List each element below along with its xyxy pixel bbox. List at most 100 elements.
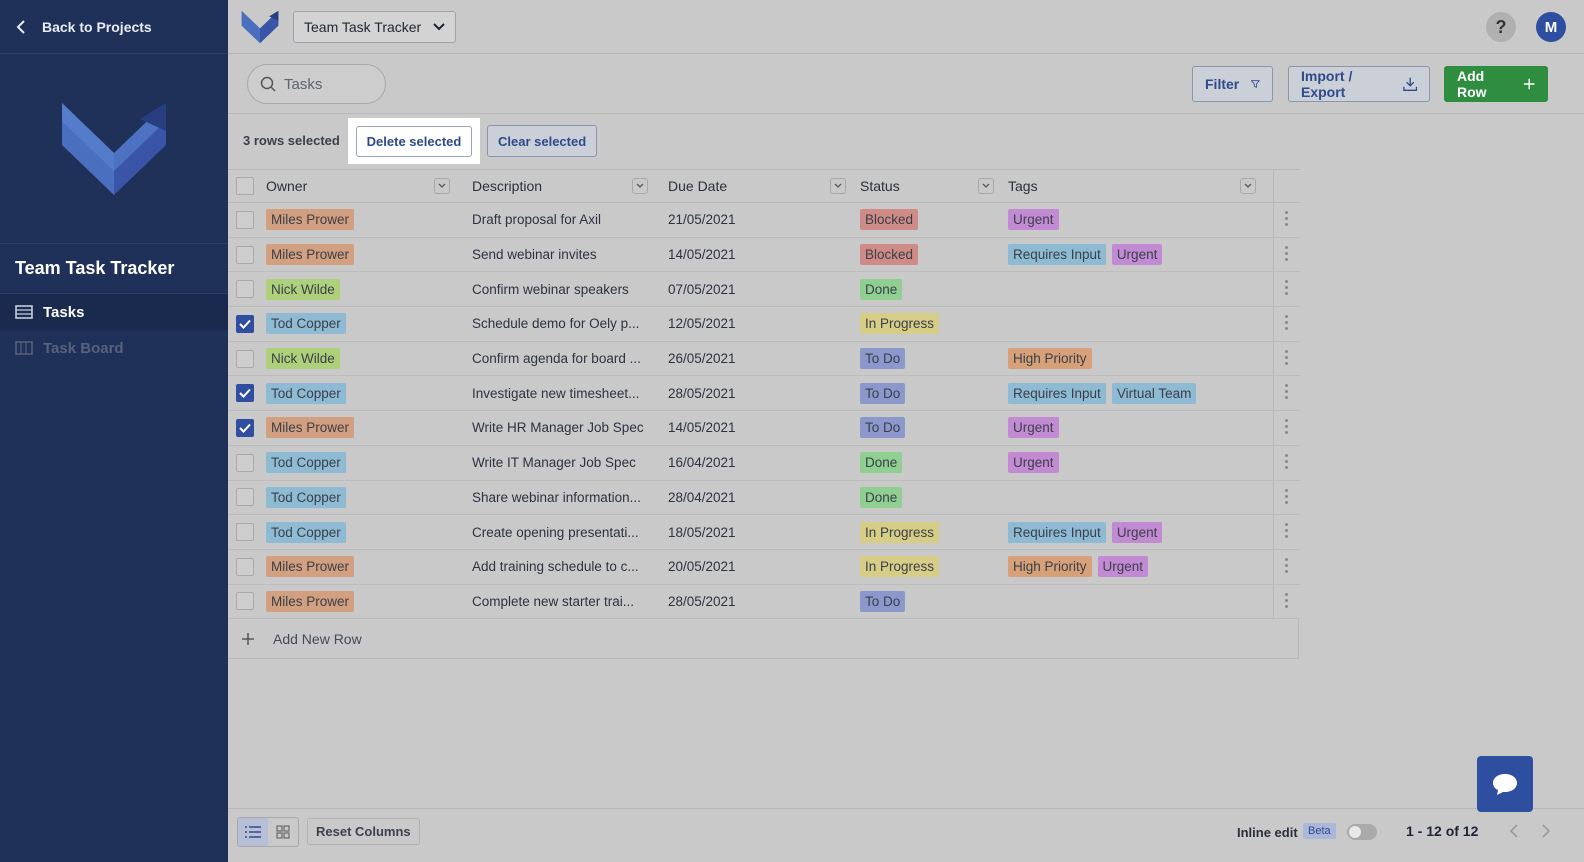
chevron-down-icon[interactable] [434, 178, 450, 194]
col-description[interactable]: Description [460, 178, 658, 194]
owner-cell[interactable]: Nick Wilde [262, 278, 460, 300]
col-owner[interactable]: Owner [262, 178, 460, 194]
due-date-cell[interactable]: 26/05/2021 [658, 351, 856, 366]
clear-selected-button[interactable]: Clear selected [487, 125, 598, 157]
owner-cell[interactable]: Miles Prower [262, 417, 460, 439]
owner-cell[interactable]: Nick Wilde [262, 348, 460, 370]
due-date-cell[interactable]: 12/05/2021 [658, 316, 856, 331]
list-view-button[interactable] [238, 818, 268, 846]
table-row[interactable]: Miles Prower Send webinar invites 14/05/20… [228, 238, 1300, 273]
inline-edit-toggle[interactable] [1347, 824, 1377, 840]
table-row[interactable]: Tod Copper Schedule demo for Oely p... 12/… [228, 307, 1300, 342]
row-checkbox[interactable] [236, 453, 254, 472]
due-date-cell[interactable]: 14/05/2021 [658, 420, 856, 435]
filter-button[interactable]: Filter [1192, 66, 1273, 102]
chevron-down-icon[interactable] [1240, 178, 1256, 194]
col-tags[interactable]: Tags [1004, 178, 1274, 194]
status-cell[interactable]: In Progress [856, 556, 1004, 578]
select-all-checkbox[interactable] [236, 177, 254, 195]
row-checkbox[interactable] [236, 210, 254, 229]
row-checkbox[interactable] [236, 280, 254, 299]
status-cell[interactable]: Blocked [856, 209, 1004, 231]
table-row[interactable]: Nick Wilde Confirm webinar speakers 07/05/… [228, 272, 1300, 308]
avatar[interactable]: M [1536, 12, 1566, 42]
chevron-down-icon[interactable] [830, 178, 846, 194]
table-row[interactable]: Miles Prower Add training schedule to c..… [228, 550, 1300, 585]
delete-selected-button[interactable]: Delete selected [355, 125, 473, 157]
due-date-cell[interactable]: 28/05/2021 [658, 386, 856, 401]
row-menu-icon[interactable] [1277, 557, 1295, 573]
due-date-cell[interactable]: 28/04/2021 [658, 490, 856, 505]
due-date-cell[interactable]: 14/05/2021 [658, 247, 856, 262]
due-date-cell[interactable]: 18/05/2021 [658, 525, 856, 540]
search-input[interactable] [284, 75, 374, 93]
description-cell[interactable]: Confirm webinar speakers [460, 282, 658, 297]
row-menu-icon[interactable] [1277, 592, 1295, 608]
owner-cell[interactable]: Tod Copper [262, 521, 460, 543]
tags-cell[interactable]: Urgent [1004, 452, 1274, 474]
row-menu-icon[interactable] [1277, 453, 1295, 469]
row-menu-icon[interactable] [1277, 315, 1295, 331]
help-button[interactable]: ? [1486, 12, 1516, 42]
row-menu-icon[interactable] [1277, 280, 1295, 296]
table-row[interactable]: Tod Copper Investigate new timesheet... 28… [228, 376, 1300, 412]
owner-cell[interactable]: Miles Prower [262, 556, 460, 578]
owner-cell[interactable]: Miles Prower [262, 209, 460, 231]
description-cell[interactable]: Add training schedule to c... [460, 559, 658, 574]
row-menu-icon[interactable] [1277, 523, 1295, 539]
status-cell[interactable]: In Progress [856, 521, 1004, 543]
chat-button[interactable] [1477, 756, 1533, 812]
tags-cell[interactable]: High Priority [1004, 348, 1274, 370]
status-cell[interactable]: To Do [856, 590, 1004, 612]
status-cell[interactable]: Done [856, 452, 1004, 474]
add-new-row[interactable]: Add New Row [228, 619, 1299, 660]
tags-cell[interactable]: Requires Input Urgent [1004, 244, 1274, 266]
row-menu-icon[interactable] [1277, 245, 1295, 261]
status-cell[interactable]: To Do [856, 417, 1004, 439]
row-checkbox[interactable] [236, 245, 254, 264]
chevron-down-icon[interactable] [978, 178, 994, 194]
table-row[interactable]: Miles Prower Draft proposal for Axil 21/05… [228, 203, 1300, 238]
tags-cell[interactable]: Requires Input Urgent [1004, 521, 1274, 543]
description-cell[interactable]: Send webinar invites [460, 247, 658, 262]
col-status[interactable]: Status [856, 178, 1004, 194]
reset-columns-button[interactable]: Reset Columns [307, 818, 420, 845]
status-cell[interactable]: Done [856, 486, 1004, 508]
row-checkbox[interactable] [236, 314, 254, 333]
table-row[interactable]: Tod Copper Create opening presentati... 18… [228, 515, 1300, 550]
chevron-left-icon[interactable] [1505, 822, 1523, 840]
description-cell[interactable]: Write HR Manager Job Spec [460, 420, 658, 435]
table-row[interactable]: Nick Wilde Confirm agenda for board ... 26… [228, 342, 1300, 377]
add-row-button[interactable]: Add Row [1444, 66, 1548, 102]
status-cell[interactable]: To Do [856, 382, 1004, 404]
table-row[interactable]: Miles Prower Complete new starter trai...… [228, 585, 1300, 620]
description-cell[interactable]: Confirm agenda for board ... [460, 351, 658, 366]
description-cell[interactable]: Draft proposal for Axil [460, 212, 658, 227]
grid-view-button[interactable] [268, 818, 298, 846]
tags-cell[interactable]: High Priority Urgent [1004, 556, 1274, 578]
tags-cell[interactable]: Urgent [1004, 417, 1274, 439]
sidebar-item-tasks[interactable]: Tasks [0, 294, 228, 330]
sidebar-item-task-board[interactable]: Task Board [0, 330, 228, 366]
row-menu-icon[interactable] [1277, 419, 1295, 435]
row-checkbox[interactable] [236, 349, 254, 368]
row-menu-icon[interactable] [1277, 211, 1295, 226]
row-menu-icon[interactable] [1277, 384, 1295, 400]
chevron-down-icon[interactable] [632, 178, 648, 194]
table-row[interactable]: Miles Prower Write HR Manager Job Spec 14/… [228, 411, 1300, 446]
chevron-right-icon[interactable] [1537, 822, 1555, 840]
description-cell[interactable]: Complete new starter trai... [460, 594, 658, 609]
owner-cell[interactable]: Tod Copper [262, 313, 460, 335]
owner-cell[interactable]: Tod Copper [262, 452, 460, 474]
owner-cell[interactable]: Tod Copper [262, 382, 460, 404]
project-select[interactable]: Team Task Tracker [293, 10, 457, 43]
status-cell[interactable]: In Progress [856, 313, 1004, 335]
table-row[interactable]: Tod Copper Write IT Manager Job Spec 16/04… [228, 446, 1300, 481]
due-date-cell[interactable]: 07/05/2021 [658, 282, 856, 297]
back-to-projects-link[interactable]: Back to Projects [0, 0, 228, 54]
row-checkbox[interactable] [236, 488, 254, 507]
status-cell[interactable]: Done [856, 278, 1004, 300]
row-checkbox[interactable] [236, 592, 254, 611]
row-menu-icon[interactable] [1277, 488, 1295, 504]
owner-cell[interactable]: Tod Copper [262, 486, 460, 508]
